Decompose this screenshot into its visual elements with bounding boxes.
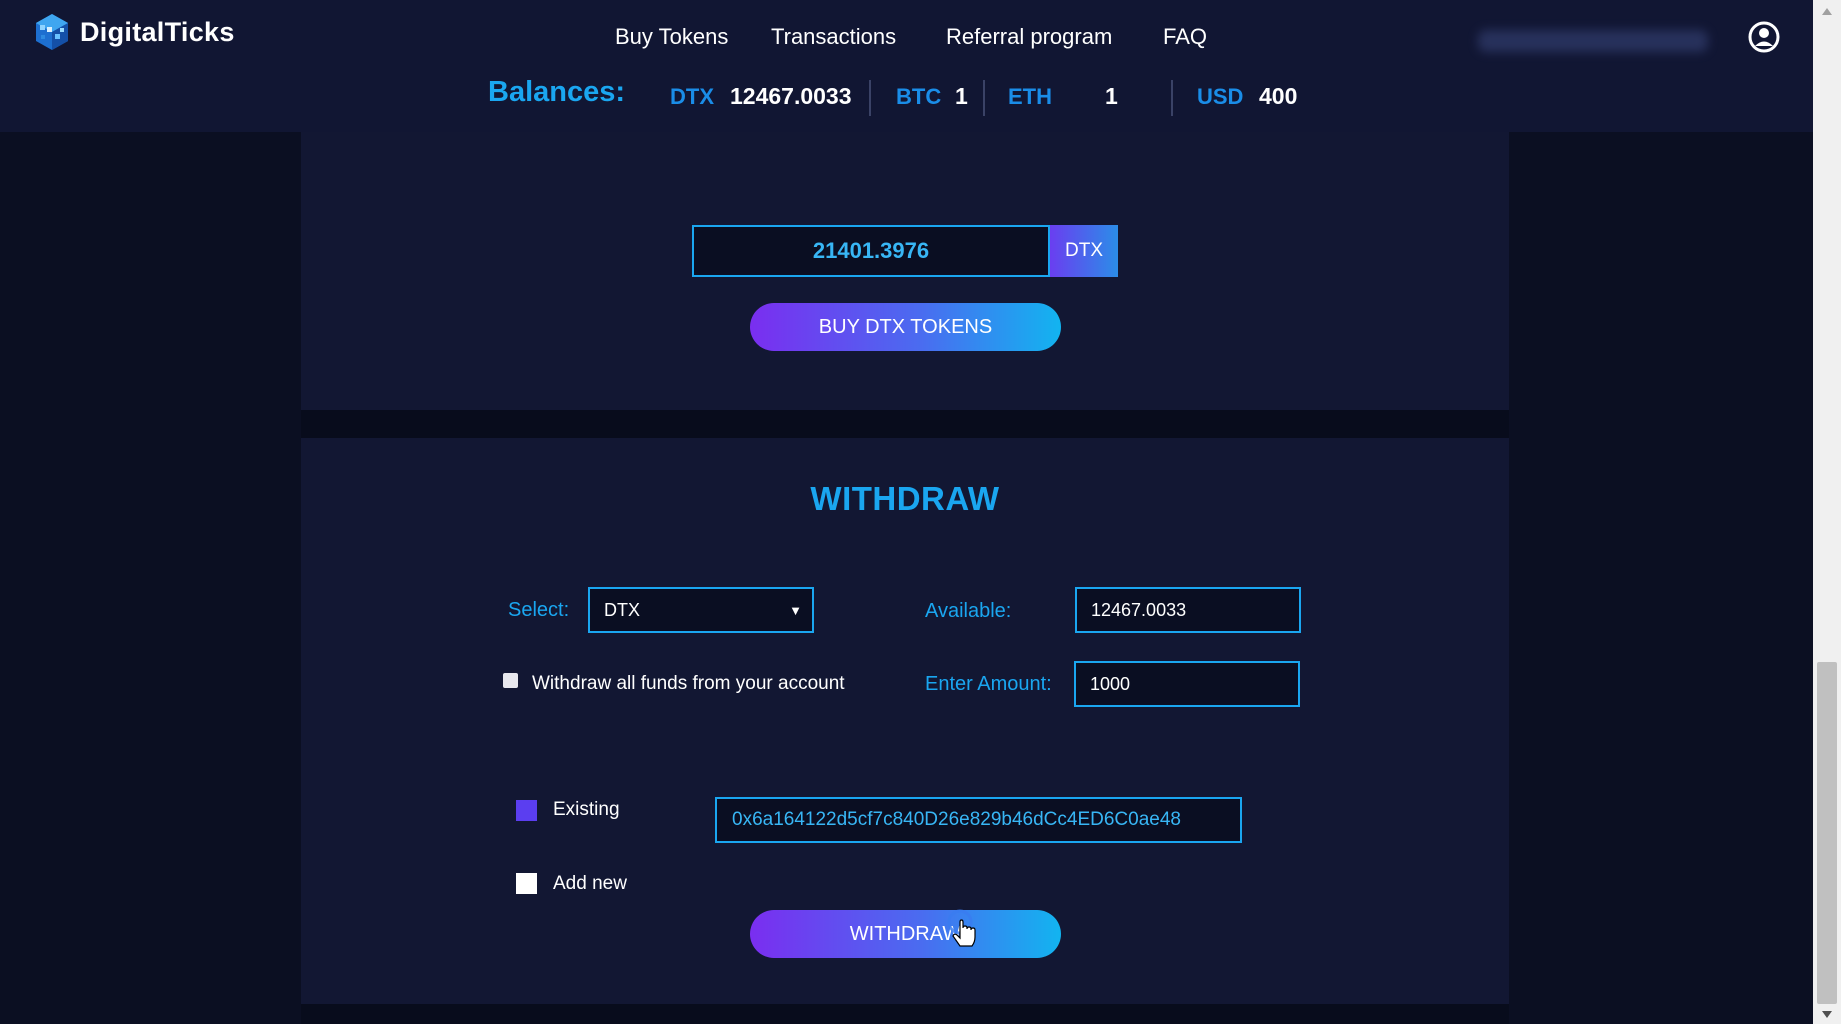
select-label: Select: (508, 599, 570, 621)
balance-value-btc: 1 (955, 83, 968, 109)
existing-label: Existing (553, 799, 620, 820)
scrollbar-thumb[interactable] (1817, 662, 1837, 1004)
scroll-up-arrow-icon[interactable] (1813, 2, 1841, 22)
balance-value-usd: 400 (1259, 83, 1298, 109)
currency-select[interactable]: DTX ▼ (588, 587, 814, 633)
token-amount-display[interactable]: 21401.3976 (692, 225, 1050, 277)
scroll-down-arrow-icon[interactable] (1813, 1004, 1841, 1024)
page-scrollbar[interactable] (1813, 0, 1841, 1024)
add-new-label: Add new (553, 873, 627, 894)
balance-currency-dtx: DTX (670, 84, 714, 109)
nav-item-transactions[interactable]: Transactions (771, 24, 896, 50)
right-gutter (1509, 132, 1813, 1024)
wallet-address-value: 0x6a164122d5cf7c840D26e829b46dCc4ED6C0ae… (732, 809, 1181, 830)
currency-select-value: DTX (604, 599, 640, 620)
logo[interactable]: DigitalTicks (32, 12, 235, 52)
withdraw-all-checkbox[interactable] (503, 673, 518, 688)
token-unit-badge: DTX (1050, 225, 1118, 277)
balances-label: Balances: (488, 76, 626, 108)
balance-currency-btc: BTC (896, 84, 942, 109)
withdraw-title: WITHDRAW (810, 480, 1000, 517)
wallet-address-input[interactable]: 0x6a164122d5cf7c840D26e829b46dCc4ED6C0ae… (715, 797, 1242, 843)
available-label: Available: (925, 600, 1012, 622)
balance-divider (1171, 80, 1173, 116)
caret-down-icon: ▼ (789, 603, 802, 618)
withdraw-button[interactable]: WITHDRAW (750, 910, 1061, 958)
nav-item-faq[interactable]: FAQ (1163, 24, 1207, 50)
enter-amount-input[interactable]: 1000 (1074, 661, 1300, 707)
balance-divider (983, 80, 985, 116)
balance-currency-eth: ETH (1008, 84, 1052, 109)
header: DigitalTicks Buy Tokens Transactions Ref… (0, 0, 1813, 132)
nav-item-buy-tokens[interactable]: Buy Tokens (615, 24, 728, 50)
enter-amount-value: 1000 (1090, 673, 1131, 694)
add-new-address-option[interactable] (516, 873, 537, 894)
available-field: 12467.0033 (1075, 587, 1301, 633)
brand-name: DigitalTicks (80, 16, 235, 47)
balance-value-eth: 1 (1105, 83, 1118, 109)
logo-cube-icon (36, 14, 68, 50)
user-name-blurred (1478, 30, 1708, 52)
enter-amount-label: Enter Amount: (925, 673, 1052, 695)
buy-dtx-tokens-button[interactable]: BUY DTX TOKENS (750, 303, 1061, 351)
existing-address-option[interactable] (516, 800, 537, 821)
balance-value-dtx: 12467.0033 (730, 83, 852, 109)
withdraw-all-label: Withdraw all funds from your account (532, 673, 845, 694)
left-gutter (0, 132, 301, 1024)
nav-item-referral-program[interactable]: Referral program (946, 24, 1112, 50)
balance-currency-usd: USD (1197, 84, 1244, 109)
available-value: 12467.0033 (1091, 599, 1187, 620)
user-circle-icon[interactable] (1748, 21, 1780, 53)
page: DigitalTicks Buy Tokens Transactions Ref… (0, 0, 1841, 1024)
balance-divider (869, 80, 871, 116)
